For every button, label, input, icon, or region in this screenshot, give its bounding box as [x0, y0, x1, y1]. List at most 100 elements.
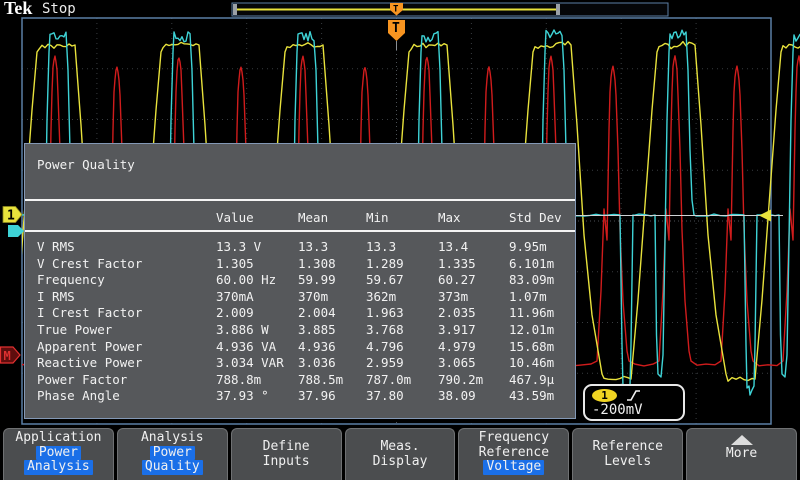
measurement-value: 60.00 Hz	[216, 272, 276, 287]
col-stddev: Std Dev	[509, 210, 562, 225]
measurement-value: 2.009	[216, 305, 254, 320]
measurement-max: 1.335	[438, 256, 476, 271]
measurement-label: Power Factor	[37, 372, 127, 387]
menu-button-analysis[interactable]: AnalysisPowerQuality	[117, 428, 228, 480]
menu-label: Reference	[479, 445, 549, 460]
table-header: Value Mean Min Max Std Dev	[25, 199, 575, 232]
oscilloscope-screen: { "header": { "logo": "Tek", "status": "…	[0, 0, 800, 480]
measurement-max: 2.035	[438, 305, 476, 320]
menu-label: Display	[373, 454, 428, 469]
trigger-level-arrow	[759, 210, 771, 222]
measurement-min: 787.0m	[366, 372, 411, 387]
measurement-min: 59.67	[366, 272, 404, 287]
measurement-stddev: 9.95m	[509, 239, 547, 254]
measurement-min: 4.796	[366, 339, 404, 354]
measurement-label: I RMS	[37, 289, 75, 304]
table-title: Power Quality	[37, 157, 135, 172]
measurement-row: I RMS370mA370m362m373m1.07m	[25, 289, 575, 306]
measurement-mean: 2.004	[298, 305, 336, 320]
measurement-max: 4.979	[438, 339, 476, 354]
menu-label: Frequency	[479, 430, 549, 445]
measurement-stddev: 11.96m	[509, 305, 554, 320]
measurement-label: Frequency	[37, 272, 105, 287]
acquisition-status: Stop	[42, 1, 76, 17]
menu-label: More	[726, 446, 757, 461]
menu-label: Inputs	[263, 454, 310, 469]
measurement-stddev: 15.68m	[509, 339, 554, 354]
menu-label: Power	[36, 446, 81, 461]
measurement-max: 13.4	[438, 239, 468, 254]
menu-button-frequency-reference[interactable]: FrequencyReferenceVoltage	[458, 428, 569, 480]
measurement-row: V RMS13.3 V13.313.313.49.95m	[25, 239, 575, 256]
menu-button-define-inputs[interactable]: DefineInputs	[231, 428, 342, 480]
table-body: V RMS13.3 V13.313.313.49.95mV Crest Fact…	[25, 230, 575, 418]
measurement-row: Reactive Power3.034 VAR3.0362.9593.06510…	[25, 355, 575, 372]
measurement-row: Apparent Power4.936 VA4.9364.7964.97915.…	[25, 339, 575, 356]
svg-text:T: T	[393, 5, 399, 15]
measurement-min: 1.963	[366, 305, 404, 320]
measurement-min: 37.80	[366, 388, 404, 403]
measurement-stddev: 43.59m	[509, 388, 554, 403]
col-mean: Mean	[298, 210, 328, 225]
measurement-stddev: 6.101m	[509, 256, 554, 271]
measurement-value: 1.305	[216, 256, 254, 271]
col-min: Min	[366, 210, 389, 225]
trigger-position-marker[interactable]: T	[388, 20, 405, 50]
ch1-marker[interactable]: 1	[3, 207, 22, 224]
menu-label: Define	[263, 439, 310, 454]
trigger-level: -200mV	[592, 403, 683, 418]
menu-label: Levels	[604, 454, 651, 469]
measurement-label: V Crest Factor	[37, 256, 142, 271]
svg-text:1: 1	[7, 209, 15, 224]
trigger-readout: 1 -200mV	[583, 384, 685, 421]
measurement-mean: 59.99	[298, 272, 336, 287]
menu-button-meas-display[interactable]: Meas.Display	[345, 428, 456, 480]
measurement-row: I Crest Factor 2.009 2.004 1.963 2.035 11.96m	[25, 305, 575, 322]
measurement-value: 3.886 W	[216, 322, 269, 337]
menu-label: Meas.	[380, 439, 419, 454]
measurement-value: 37.93 °	[216, 388, 269, 403]
menu-label: Analysis	[141, 430, 204, 445]
measurement-min: 3.768	[366, 322, 404, 337]
measurement-row: V Crest Factor1.3051.3081.2891.3356.101m	[25, 256, 575, 273]
measurement-mean: 37.96	[298, 388, 336, 403]
svg-text:T: T	[392, 21, 400, 36]
measurement-mean: 3.885	[298, 322, 336, 337]
measurement-row: Frequency60.00 Hz59.9959.6760.2783.09m	[25, 272, 575, 289]
measurement-stddev: 467.9µ	[509, 372, 554, 387]
tek-logo: Tek	[4, 0, 32, 19]
menu-label: Reference	[593, 439, 663, 454]
measurement-row: Phase Angle37.93 °37.9637.8038.0943.59m	[25, 388, 575, 405]
measurement-value: 370mA	[216, 289, 254, 304]
measurement-label: V RMS	[37, 239, 75, 254]
measurement-max: 60.27	[438, 272, 476, 287]
measurement-label: True Power	[37, 322, 112, 337]
measurement-mean: 13.3	[298, 239, 328, 254]
measurement-max: 3.065	[438, 355, 476, 370]
measurement-mean: 3.036	[298, 355, 336, 370]
measurement-max: 3.917	[438, 322, 476, 337]
measurement-row: Power Factor788.8m788.5m787.0m790.2m467.…	[25, 372, 575, 389]
menu-label: Analysis	[24, 460, 93, 475]
measurement-label: Apparent Power	[37, 339, 142, 354]
measurement-value: 13.3 V	[216, 239, 261, 254]
softkey-menu: ApplicationPowerAnalysisAnalysisPowerQua…	[0, 428, 800, 480]
measurement-mean: 788.5m	[298, 372, 343, 387]
menu-button-reference-levels[interactable]: ReferenceLevels	[572, 428, 683, 480]
col-max: Max	[438, 210, 461, 225]
menu-button-application[interactable]: ApplicationPowerAnalysis	[3, 428, 114, 480]
math-marker[interactable]: M	[1, 347, 21, 363]
power-quality-table: Power Quality Value Mean Min Max Std Dev…	[24, 143, 576, 419]
measurement-mean: 370m	[298, 289, 328, 304]
svg-text:M: M	[4, 349, 11, 363]
measurement-value: 788.8m	[216, 372, 261, 387]
measurement-label: Reactive Power	[37, 355, 142, 370]
menu-label: Voltage	[483, 460, 544, 475]
menu-label: Power	[150, 446, 195, 461]
menu-button-more[interactable]: More	[686, 428, 797, 480]
measurement-label: I Crest Factor	[37, 305, 142, 320]
measurement-stddev: 10.46m	[509, 355, 554, 370]
measurement-mean: 4.936	[298, 339, 336, 354]
rising-edge-icon	[626, 388, 641, 402]
measurement-max: 373m	[438, 289, 468, 304]
